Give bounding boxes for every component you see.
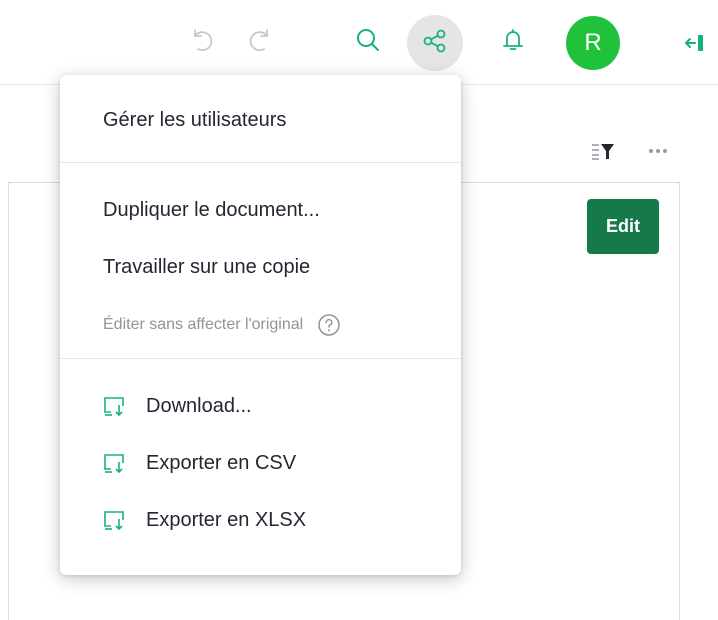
help-circle-icon[interactable] (317, 313, 341, 337)
export-csv-menu-item[interactable]: Exporter en CSV (60, 438, 461, 488)
duplicate-document-menu-item[interactable]: Dupliquer le document... (60, 185, 461, 235)
export-xlsx-menu-item[interactable]: Exporter en XLSX (60, 495, 461, 545)
export-csv-label: Exporter en CSV (146, 451, 297, 474)
export-xlsx-label: Exporter en XLSX (146, 508, 307, 531)
manage-users-menu-item[interactable]: Gérer les utilisateurs (60, 95, 461, 145)
search-icon[interactable] (350, 22, 386, 58)
bell-icon[interactable] (495, 22, 531, 58)
user-avatar[interactable]: R (566, 16, 620, 70)
duplicate-document-label: Dupliquer le document... (103, 198, 320, 221)
download-icon (102, 509, 126, 531)
redo-icon[interactable] (243, 22, 279, 58)
avatar-initial: R (584, 29, 602, 56)
edit-button[interactable]: Edit (587, 199, 659, 254)
share-icon (421, 27, 449, 60)
share-menu: Gérer les utilisateurs Dupliquer le docu… (60, 75, 461, 575)
edit-note-text: Éditer sans affecter l'original (103, 316, 304, 333)
menu-divider (60, 162, 461, 163)
manage-users-label: Gérer les utilisateurs (103, 108, 287, 131)
menu-divider (60, 358, 461, 359)
work-on-copy-menu-item[interactable]: Travailler sur une copie (60, 242, 461, 292)
download-menu-item[interactable]: Download... (60, 381, 461, 431)
work-on-copy-label: Travailler sur une copie (103, 255, 311, 278)
edit-note: Éditer sans affecter l'original (103, 305, 341, 345)
download-icon (102, 452, 126, 474)
download-label: Download... (146, 394, 252, 417)
undo-icon[interactable] (183, 22, 219, 58)
app-window: R Edit Gérer les utilisateurs Dupliquer … (0, 0, 718, 620)
sort-filter-icon[interactable] (590, 140, 616, 162)
collapse-panel-icon[interactable] (680, 28, 710, 58)
more-options-icon[interactable] (645, 140, 671, 162)
share-button[interactable] (407, 15, 463, 71)
download-icon (102, 395, 126, 417)
